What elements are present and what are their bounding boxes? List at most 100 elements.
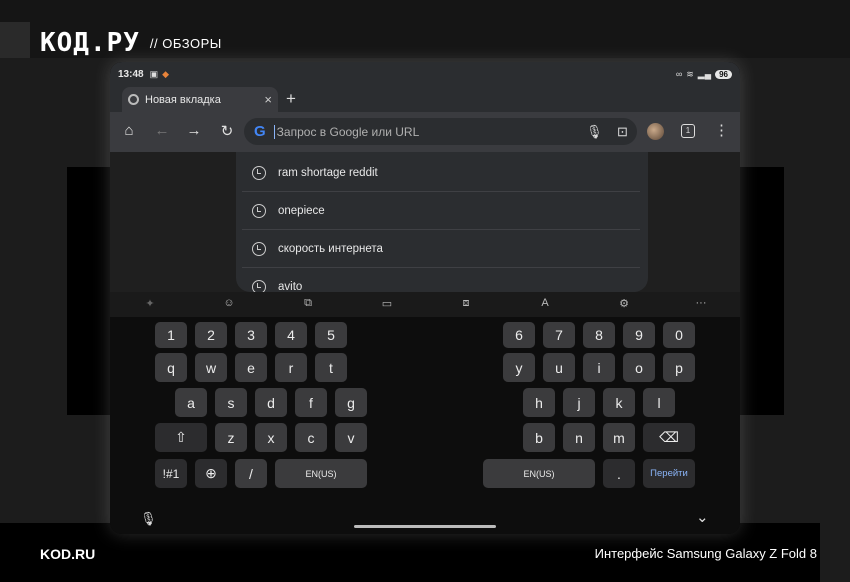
suggestion-text: onepiece xyxy=(278,205,325,217)
key[interactable]: l xyxy=(643,388,675,417)
site-brand: КОД.РУ // ОБЗОРЫ xyxy=(40,28,222,58)
suggestion-item[interactable]: ram shortage reddit xyxy=(242,155,640,192)
google-icon: G xyxy=(254,123,266,140)
status-system-icons: ∞ ≋ ▂▄ 96 xyxy=(676,69,732,80)
key[interactable]: f xyxy=(295,388,327,417)
tab-close-button[interactable]: × xyxy=(264,92,272,107)
home-icon[interactable]: ⌂ xyxy=(119,122,139,139)
voice-search-icon[interactable]: 🎙 xyxy=(586,124,603,140)
signal-icon: ▂▄ xyxy=(697,68,712,79)
key[interactable]: 1 xyxy=(155,322,187,348)
key[interactable]: 0 xyxy=(663,322,695,348)
key[interactable]: 5 xyxy=(315,322,347,348)
key[interactable]: s xyxy=(215,388,247,417)
decor-side-right xyxy=(739,167,784,415)
key[interactable]: / xyxy=(235,459,267,488)
space-key-left[interactable]: EN(US) xyxy=(275,459,367,488)
tab-strip: Новая вкладка × + xyxy=(110,86,740,112)
omnibox[interactable]: G Запрос в Google или URL 🎙 ⊡ xyxy=(244,118,637,145)
key[interactable]: x xyxy=(255,423,287,452)
suggestion-item[interactable]: avito xyxy=(242,268,640,292)
text-caret xyxy=(273,124,275,139)
chrome-icon xyxy=(128,94,139,105)
go-key[interactable]: Перейти xyxy=(643,459,695,488)
text-edit-icon[interactable]: A xyxy=(537,297,553,309)
key[interactable]: b xyxy=(523,423,555,452)
key[interactable]: i xyxy=(583,353,615,382)
key[interactable]: g xyxy=(335,388,367,417)
key[interactable]: 4 xyxy=(275,322,307,348)
suggestions-dropdown: ram shortage reddit onepiece скорость ин… xyxy=(236,152,648,292)
key[interactable]: u xyxy=(543,353,575,382)
new-tab-button[interactable]: + xyxy=(286,89,296,109)
tab-title: Новая вкладка xyxy=(145,93,221,106)
forward-icon[interactable]: → xyxy=(184,122,204,139)
decor-block xyxy=(0,22,30,58)
key[interactable]: 3 xyxy=(235,322,267,348)
history-icon xyxy=(252,166,266,180)
history-icon xyxy=(252,204,266,218)
status-notification-icons: ▣ ◆ xyxy=(150,69,169,80)
ai-tools-icon[interactable]: ✦ xyxy=(142,297,158,310)
key[interactable]: k xyxy=(603,388,635,417)
key[interactable]: q xyxy=(155,353,187,382)
shift-key[interactable]: ⇧ xyxy=(155,423,207,452)
key[interactable]: e xyxy=(235,353,267,382)
space-key-right[interactable]: EN(US) xyxy=(483,459,595,488)
key[interactable]: r xyxy=(275,353,307,382)
key[interactable]: n xyxy=(563,423,595,452)
key[interactable]: d xyxy=(255,388,287,417)
suggestion-text: avito xyxy=(278,280,303,293)
suggestion-item[interactable]: onepiece xyxy=(242,193,640,230)
sticker-icon[interactable]: ⧉ xyxy=(300,297,316,310)
key[interactable]: y xyxy=(503,353,535,382)
settings-icon[interactable]: ⚙ xyxy=(616,297,632,310)
lens-icon[interactable]: ⊡ xyxy=(617,124,628,140)
emoji-icon[interactable]: ☺ xyxy=(221,297,237,309)
key[interactable]: 6 xyxy=(503,322,535,348)
backspace-key[interactable]: ⌫ xyxy=(643,423,695,452)
key[interactable]: 2 xyxy=(195,322,227,348)
key[interactable]: 9 xyxy=(623,322,655,348)
key[interactable]: m xyxy=(603,423,635,452)
section-label[interactable]: // ОБЗОРЫ xyxy=(150,36,222,51)
status-time: 13:48 xyxy=(118,68,144,80)
key[interactable]: w xyxy=(195,353,227,382)
suggestion-text: скорость интернета xyxy=(278,243,383,255)
keyboard-toolbar: ✦ ☺ ⧉ ▭ ⧈ A ⚙ ··· xyxy=(110,292,740,317)
key[interactable]: j xyxy=(563,388,595,417)
keyboard-mic-icon[interactable]: 🎙 xyxy=(140,511,157,527)
modes-icon[interactable]: ⧈ xyxy=(458,297,474,310)
suggestion-item[interactable]: скорость интернета xyxy=(242,231,640,268)
key[interactable]: z xyxy=(215,423,247,452)
footer-site: KOD.RU xyxy=(40,546,96,562)
browser-toolbar: ⌂ ← → ↻ G Запрос в Google или URL 🎙 ⊡ 1 … xyxy=(110,112,740,152)
split-keyboard: 1 2 3 4 5 q w e r t a s d f g ⇧ z x c v … xyxy=(110,317,740,534)
key[interactable]: h xyxy=(523,388,555,417)
key[interactable]: 8 xyxy=(583,322,615,348)
footer-caption: Интерфейс Samsung Galaxy Z Fold 8 xyxy=(594,546,817,561)
reload-icon[interactable]: ↻ xyxy=(217,122,237,140)
site-logo[interactable]: КОД.РУ xyxy=(40,28,140,58)
tab-new-tab[interactable]: Новая вкладка × xyxy=(122,87,278,112)
clipboard-icon[interactable]: ▭ xyxy=(379,297,395,310)
app-notification-icon: ◆ xyxy=(162,68,170,79)
key[interactable]: 7 xyxy=(543,322,575,348)
key[interactable]: c xyxy=(295,423,327,452)
more-icon[interactable]: ··· xyxy=(693,297,709,309)
status-bar: 13:48 ▣ ◆ ∞ ≋ ▂▄ 96 xyxy=(110,62,740,86)
menu-icon[interactable]: ⋮ xyxy=(714,121,729,139)
key[interactable]: o xyxy=(623,353,655,382)
symbols-key[interactable]: !#1 xyxy=(155,459,187,488)
back-icon[interactable]: ← xyxy=(152,122,172,139)
tab-switcher-button[interactable]: 1 xyxy=(681,124,695,138)
period-key[interactable]: . xyxy=(603,459,635,488)
key[interactable]: v xyxy=(335,423,367,452)
key[interactable]: t xyxy=(315,353,347,382)
language-key[interactable]: ⊕ xyxy=(195,459,227,488)
key[interactable]: p xyxy=(663,353,695,382)
avatar[interactable] xyxy=(647,123,664,140)
hide-keyboard-icon[interactable]: ⌄ xyxy=(696,508,709,526)
gesture-nav-bar[interactable] xyxy=(354,525,496,528)
key[interactable]: a xyxy=(175,388,207,417)
